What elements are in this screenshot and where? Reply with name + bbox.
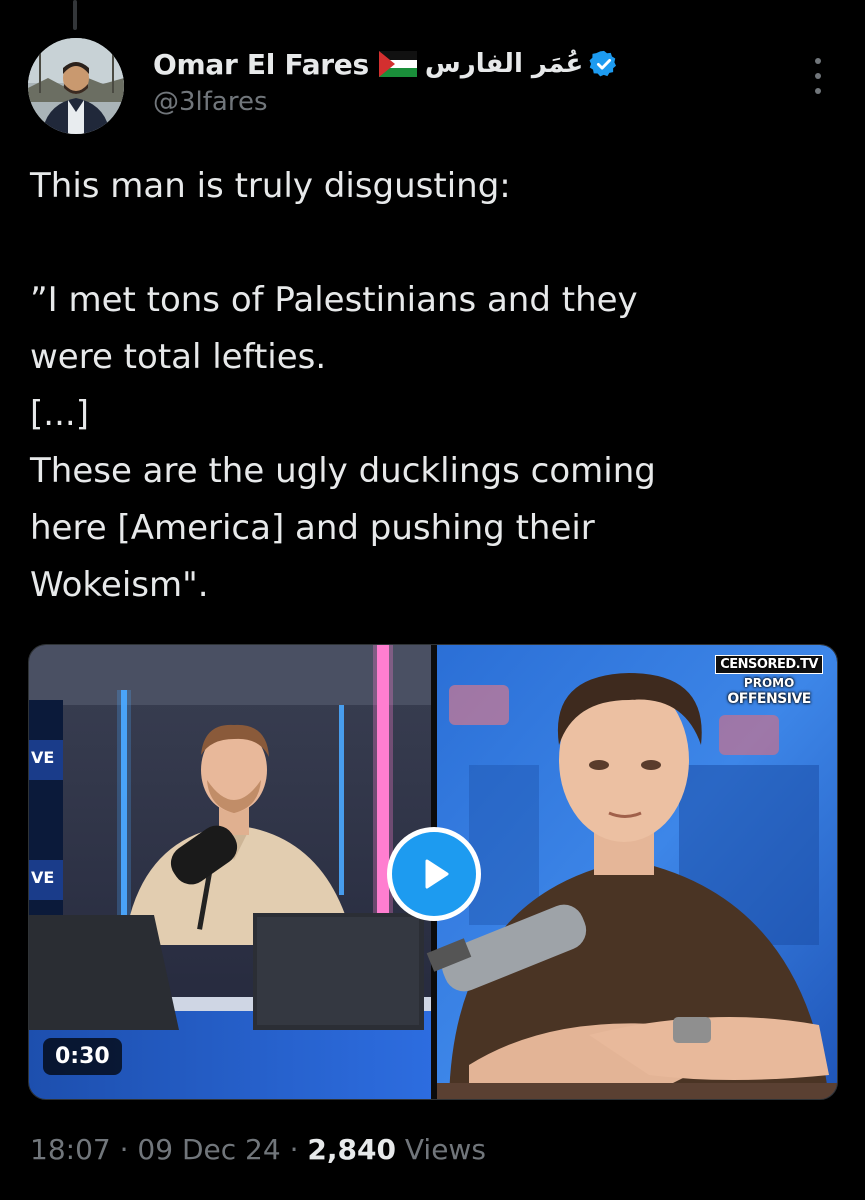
author-display-name[interactable]: Omar El Fares: [153, 48, 369, 81]
tweet-text-line: ”I met tons of Palestinians and they: [30, 280, 638, 320]
thread-connector-line: [73, 0, 77, 30]
video-watermark: CENSORED.TV PROMO OFFENSIVE: [715, 655, 823, 706]
palestine-flag-icon: [378, 51, 417, 77]
tweet-text-line: were total lefties.: [30, 337, 327, 377]
set-screen-text: VE: [31, 868, 54, 887]
author-name-row[interactable]: Omar El Fares عُمَر الفارس: [153, 42, 619, 86]
play-button[interactable]: [387, 827, 481, 921]
tweet-text-line: Wokeism".: [30, 565, 209, 605]
tweet-meta: 18:07 · 09 Dec 24 · 2,840 Views: [30, 1133, 486, 1166]
play-icon: [425, 859, 449, 889]
watermark-offensive: OFFENSIVE: [727, 691, 811, 707]
video-duration-badge: 0:30: [43, 1038, 122, 1075]
video-player[interactable]: VE VE CENSORED.TV PROMO OFFENSIVE 0:30: [28, 644, 838, 1100]
views-label: Views: [404, 1133, 486, 1166]
watermark-promo: PROMO: [743, 676, 795, 690]
author-handle[interactable]: @3lfares: [153, 87, 268, 117]
meta-separator: ·: [289, 1133, 299, 1166]
set-screen-text: VE: [31, 748, 54, 767]
watermark-brand: CENSORED.TV: [715, 655, 823, 674]
tweet-text-line: These are the ugly ducklings coming: [30, 451, 656, 491]
author-arabic-name: عُمَر الفارس: [424, 49, 584, 79]
tweet-text-line: here [America] and pushing their: [30, 508, 595, 548]
tweet-date[interactable]: 09 Dec 24: [137, 1133, 280, 1166]
avatar[interactable]: [28, 38, 124, 134]
tweet-text-line: This man is truly disgusting:: [30, 166, 511, 206]
tweet-text-line: [30, 215, 840, 272]
tweet-text: This man is truly disgusting: ”I met ton…: [30, 158, 840, 614]
views-count[interactable]: 2,840: [307, 1133, 396, 1166]
tweet-text-line: [...]: [30, 394, 89, 434]
tweet-time[interactable]: 18:07: [30, 1133, 111, 1166]
verified-badge-icon[interactable]: [589, 49, 619, 79]
more-options-icon[interactable]: [806, 58, 830, 94]
meta-separator: ·: [119, 1133, 129, 1166]
